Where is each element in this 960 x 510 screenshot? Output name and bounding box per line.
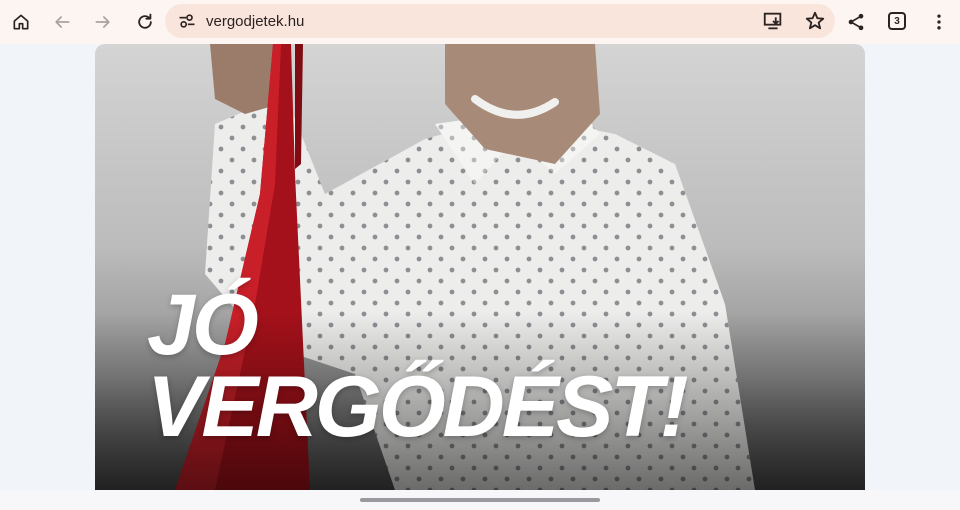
hero-headline: JÓ VERGŐDÉST!: [147, 277, 827, 455]
address-bar[interactable]: vergodjetek.hu: [165, 4, 835, 38]
forward-arrow-icon: [95, 16, 110, 28]
share-icon: [848, 13, 864, 31]
reload-icon: [138, 13, 152, 29]
page-content: JÓ VERGŐDÉST!: [0, 44, 960, 490]
hero-banner: JÓ VERGŐDÉST!: [95, 44, 865, 490]
install-app-icon[interactable]: [762, 10, 784, 32]
system-navigation-bar: [0, 490, 960, 510]
back-arrow-icon: [55, 16, 70, 28]
url-text[interactable]: vergodjetek.hu: [206, 13, 304, 30]
gesture-handle[interactable]: [360, 498, 600, 502]
headline-line-1: JÓ: [147, 277, 259, 373]
browser-toolbar: vergodjetek.hu 3: [0, 0, 960, 44]
reload-button[interactable]: [131, 8, 159, 36]
more-vert-icon: [937, 14, 941, 30]
headline-line-2: VERGŐDÉST!: [147, 359, 689, 455]
share-button[interactable]: [842, 8, 870, 36]
forward-button[interactable]: [89, 8, 117, 36]
back-button[interactable]: [48, 8, 76, 36]
home-button[interactable]: [7, 8, 35, 36]
menu-button[interactable]: [925, 8, 953, 36]
tab-switcher-button[interactable]: 3: [888, 12, 906, 30]
star-icon[interactable]: [804, 10, 826, 32]
home-icon: [13, 14, 29, 30]
tune-icon[interactable]: [177, 11, 197, 31]
